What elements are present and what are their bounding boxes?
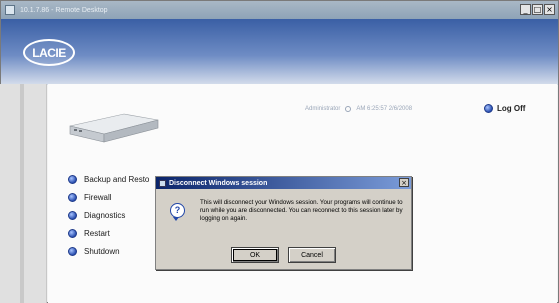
- maximize-button[interactable]: □: [532, 4, 543, 15]
- menu-item-shutdown[interactable]: Shutdown: [68, 242, 149, 260]
- globe-icon: [68, 210, 77, 220]
- log-off-link[interactable]: Log Off: [484, 104, 525, 113]
- nas-device-image: [69, 113, 159, 143]
- menu-item-label: Shutdown: [84, 246, 120, 256]
- menu-item-restart[interactable]: Restart: [68, 224, 149, 242]
- cancel-button[interactable]: Cancel: [288, 247, 336, 263]
- question-icon: ?: [170, 203, 185, 221]
- timestamp: AM 6:25:57 2/6/2008: [356, 106, 413, 112]
- dialog-title-bar[interactable]: Disconnect Windows session ×: [156, 177, 411, 189]
- side-menu: Backup and Resto Firewall Diagnostics Re…: [68, 170, 149, 260]
- menu-item-backup[interactable]: Backup and Resto: [68, 170, 149, 188]
- remote-desktop-icon: [5, 5, 15, 15]
- separator-icon: [345, 106, 352, 112]
- menu-item-diagnostics[interactable]: Diagnostics: [68, 206, 149, 224]
- menu-item-label: Restart: [84, 228, 110, 238]
- close-button[interactable]: ×: [544, 4, 555, 15]
- globe-icon: [68, 246, 77, 256]
- globe-icon: [68, 228, 77, 238]
- menu-item-label: Diagnostics: [84, 210, 126, 220]
- lacie-header: LACIE: [1, 19, 558, 85]
- disconnect-dialog: Disconnect Windows session × ? This will…: [155, 176, 412, 270]
- dialog-title: Disconnect Windows session: [169, 179, 268, 187]
- menu-item-firewall[interactable]: Firewall: [68, 188, 149, 206]
- dialog-message: This will disconnect your Windows sessio…: [200, 199, 403, 222]
- ok-button[interactable]: OK: [231, 247, 279, 263]
- left-stripe: [20, 84, 24, 303]
- username: Administrator: [305, 106, 341, 112]
- window-controls: _ □ ×: [520, 4, 555, 15]
- window-title: 10.1.7.86 - Remote Desktop: [20, 6, 108, 14]
- menu-item-label: Backup and Resto: [84, 174, 150, 184]
- globe-icon: [68, 174, 77, 184]
- globe-icon: [484, 104, 493, 113]
- user-info: Administrator AM 6:25:57 2/6/2008: [305, 106, 412, 112]
- globe-icon: [68, 192, 77, 202]
- title-bar[interactable]: 10.1.7.86 - Remote Desktop _ □ ×: [1, 1, 558, 19]
- lacie-logo: LACIE: [23, 39, 75, 66]
- dialog-close-button[interactable]: ×: [399, 178, 409, 187]
- menu-item-label: Firewall: [84, 192, 112, 202]
- log-off-label: Log Off: [497, 104, 526, 113]
- minimize-button[interactable]: _: [520, 4, 531, 15]
- logo-text: LACIE: [32, 45, 66, 60]
- remote-desktop-icon: [159, 179, 166, 187]
